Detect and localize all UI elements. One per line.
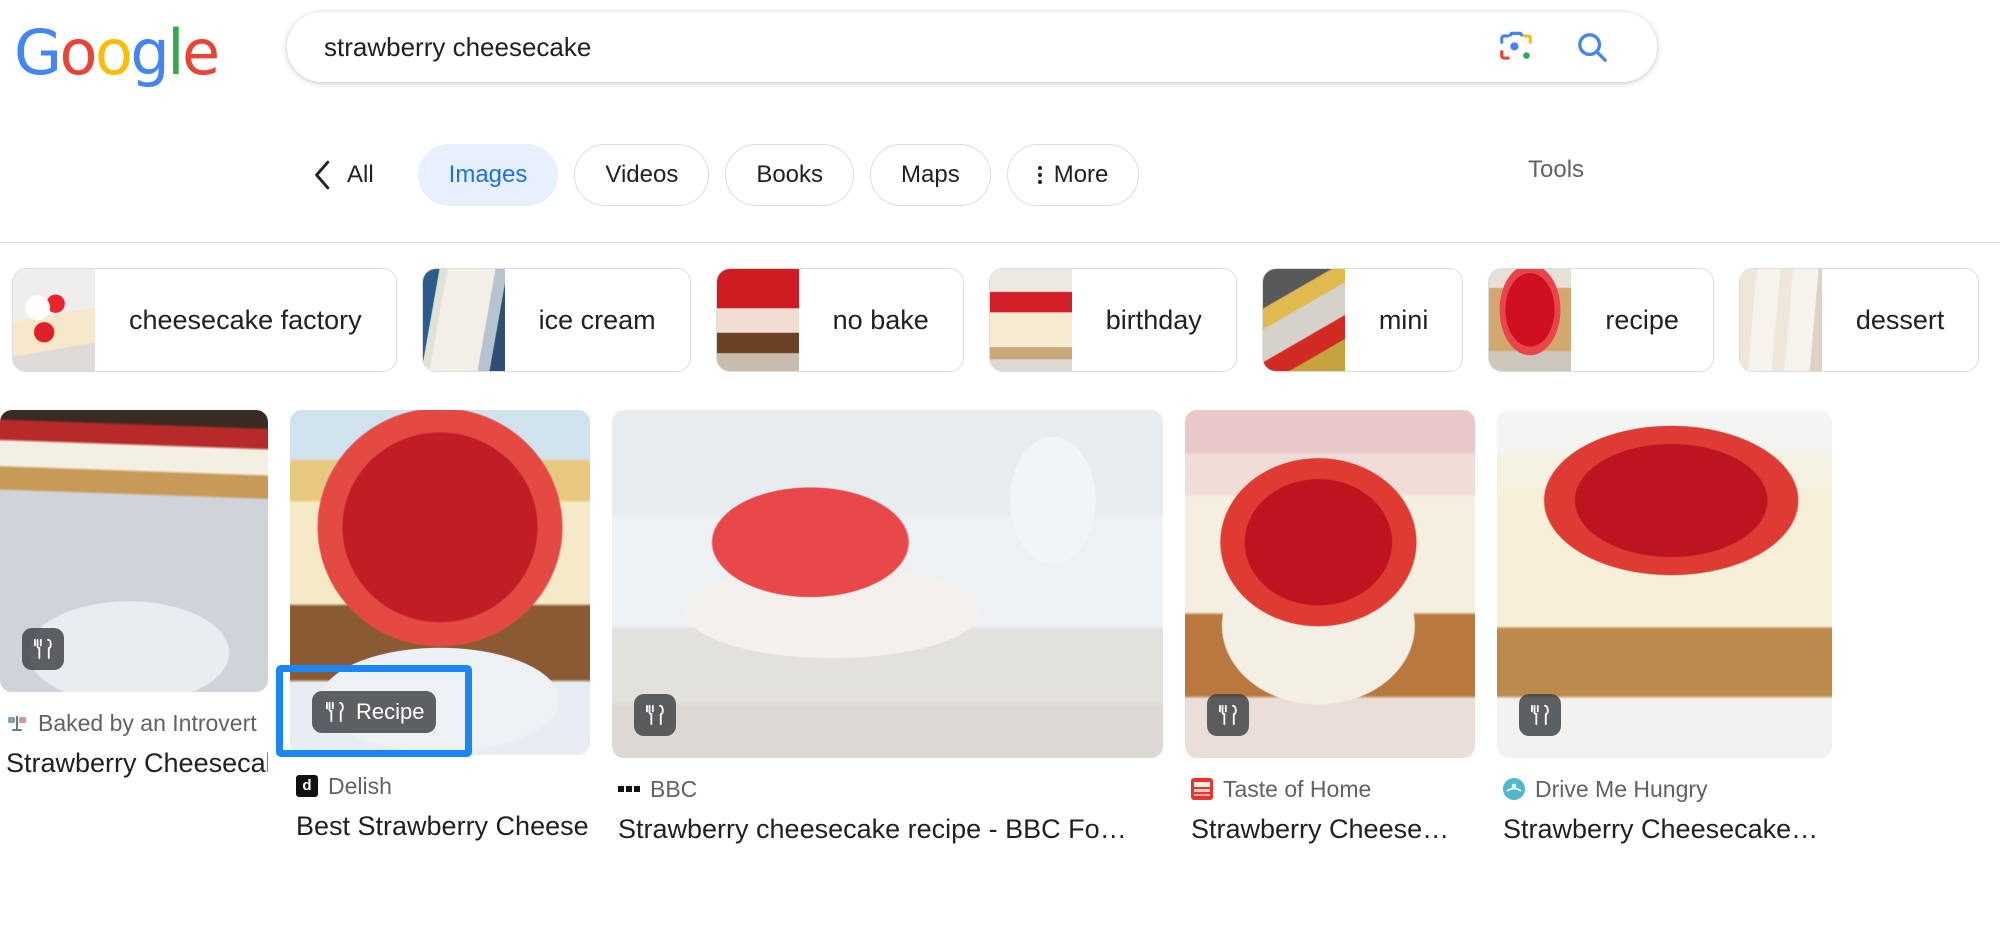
header-divider xyxy=(0,242,2000,243)
recipe-utensils-icon xyxy=(644,704,666,726)
search-input[interactable] xyxy=(322,27,1495,67)
result-thumbnail[interactable] xyxy=(0,410,268,692)
result-source-label: Taste of Home xyxy=(1223,776,1372,802)
tools-button[interactable]: Tools xyxy=(1528,156,1584,184)
no-bake-cheesecake-red-topping xyxy=(716,269,799,371)
recipe-badge[interactable] xyxy=(1207,694,1249,736)
logo-letter-g: g xyxy=(130,16,169,89)
logo-letter-G: G xyxy=(14,16,62,89)
strawberry-dessert-parfait-glasses xyxy=(1739,269,1822,371)
google-lens-icon[interactable] xyxy=(1495,26,1537,68)
filter-chip-label: cheesecake factory xyxy=(129,304,362,335)
result-source[interactable]: BBC xyxy=(618,774,1163,804)
recipe-badge[interactable] xyxy=(1519,694,1561,736)
result-source-label: Baked by an Introvert xyxy=(38,710,257,736)
result-thumbnail[interactable]: Recipe xyxy=(290,410,590,755)
filter-chip-dessert[interactable]: dessert xyxy=(1738,268,1980,372)
result-source-label: Delish xyxy=(328,773,392,799)
result-source[interactable]: Taste of Home xyxy=(1191,774,1475,804)
result-title[interactable]: Best Strawberry Cheese… xyxy=(296,809,590,843)
recipe-utensils-icon xyxy=(1529,704,1551,726)
birthday-cheesecake-strawberry-ring xyxy=(989,269,1072,371)
result-meta: BBC Strawberry cheesecake recipe - BBC Fo… xyxy=(612,774,1163,846)
recipe-badge[interactable] xyxy=(634,694,676,736)
result-meta: d Delish Best Strawberry Cheese… xyxy=(290,771,590,843)
tab-all[interactable]: All xyxy=(347,161,374,189)
delish-icon: d xyxy=(296,775,318,797)
mini-cheesecake-fork xyxy=(1262,269,1345,371)
tab-videos[interactable]: Videos xyxy=(574,144,710,206)
result-title[interactable]: Strawberry Cheesecake… xyxy=(1503,812,1832,846)
search-box-actions xyxy=(1495,26,1613,68)
image-result-card[interactable]: Baked by an Introvert Strawberry Cheeseca… xyxy=(0,410,268,780)
logo-letter-o2: o xyxy=(94,16,133,89)
tabs-group: Images Videos Books Maps More xyxy=(417,144,1140,206)
filter-chip-recipe[interactable]: recipe xyxy=(1488,268,1714,372)
more-vert-icon xyxy=(1037,166,1042,184)
strawberry-glazed-cheesecake xyxy=(1489,269,1572,371)
logo-letter-e: e xyxy=(182,16,220,89)
recipe-utensils-icon xyxy=(1217,704,1239,726)
filter-chip-label: ice cream xyxy=(538,304,656,335)
image-result-card[interactable]: Recipe d Delish Best Strawberry Cheese… xyxy=(290,410,590,843)
recipe-utensils-icon xyxy=(32,638,54,660)
filter-chip-cheesecake-factory[interactable]: cheesecake factory xyxy=(12,268,397,372)
baked-by-an-introvert-icon xyxy=(6,712,28,734)
recipe-badge[interactable] xyxy=(22,628,64,670)
tab-books[interactable]: Books xyxy=(725,144,855,206)
search-icon[interactable] xyxy=(1571,26,1613,68)
related-searches-strip: cheesecake factory ice cream no bake birthd… xyxy=(0,265,2000,375)
result-title[interactable]: Strawberry Cheesecake… xyxy=(6,746,268,780)
result-meta: Baked by an Introvert Strawberry Cheeseca… xyxy=(0,708,268,780)
result-source[interactable]: Drive Me Hungry xyxy=(1503,774,1832,804)
filter-chip-label: dessert xyxy=(1855,304,1945,335)
search-box[interactable] xyxy=(287,12,1657,82)
taste-of-home-icon xyxy=(1191,778,1213,800)
filter-chip-no-bake[interactable]: no bake xyxy=(715,268,964,372)
logo-letter-l: l xyxy=(167,16,184,89)
image-result-card[interactable]: BBC Strawberry cheesecake recipe - BBC Fo… xyxy=(612,410,1163,846)
recipe-badge-label: Recipe xyxy=(356,699,425,724)
filter-chip-birthday[interactable]: birthday xyxy=(988,268,1237,372)
tab-maps[interactable]: Maps xyxy=(870,144,991,206)
google-logo[interactable]: Google xyxy=(14,22,220,84)
result-thumbnail[interactable] xyxy=(612,410,1163,758)
filter-chip-label: recipe xyxy=(1605,304,1679,335)
tab-images[interactable]: Images xyxy=(417,144,559,206)
image-result-card[interactable]: Drive Me Hungry Strawberry Cheesecake… xyxy=(1497,410,1832,846)
result-thumbnail[interactable] xyxy=(1185,410,1475,758)
chevron-left-icon[interactable] xyxy=(313,159,333,191)
tab-more[interactable]: More xyxy=(1006,144,1140,206)
bbc-icon xyxy=(618,778,640,800)
tab-more-label: More xyxy=(1053,161,1109,188)
filter-chip-label: mini xyxy=(1378,304,1429,335)
drive-me-hungry-icon xyxy=(1503,778,1525,800)
result-title[interactable]: Strawberry Cheese… xyxy=(1191,812,1475,846)
logo-letter-o1: o xyxy=(59,16,98,89)
ice-cream-tub-strawberry-cheesecake xyxy=(422,269,505,371)
filter-chip-label: no bake xyxy=(832,304,929,335)
cheesecake-slice-white-plate xyxy=(13,269,95,371)
result-source-label: BBC xyxy=(650,776,698,802)
image-result-card[interactable]: Taste of Home Strawberry Cheese… xyxy=(1185,410,1475,846)
result-meta: Taste of Home Strawberry Cheese… xyxy=(1185,774,1475,846)
result-source[interactable]: d Delish xyxy=(296,771,590,801)
result-meta: Drive Me Hungry Strawberry Cheesecake… xyxy=(1497,774,1832,846)
filter-chip-label: birthday xyxy=(1105,304,1202,335)
recipe-badge[interactable]: Recipe xyxy=(312,691,437,733)
filter-chip-ice-cream[interactable]: ice cream xyxy=(421,268,691,372)
result-source-label: Drive Me Hungry xyxy=(1535,776,1708,802)
recipe-utensils-icon xyxy=(324,701,346,723)
page-header: Google strawberry cheesecake All Images … xyxy=(0,0,2000,243)
search-type-tabs: All Images Videos Books Maps More xyxy=(0,135,2000,215)
result-source[interactable]: Baked by an Introvert xyxy=(6,708,268,738)
filter-chip-mini[interactable]: mini xyxy=(1261,268,1464,372)
result-thumbnail[interactable] xyxy=(1497,410,1832,758)
image-results-grid: Baked by an Introvert Strawberry Cheeseca… xyxy=(0,410,2000,850)
result-title[interactable]: Strawberry cheesecake recipe - BBC Fo… xyxy=(618,812,1163,846)
